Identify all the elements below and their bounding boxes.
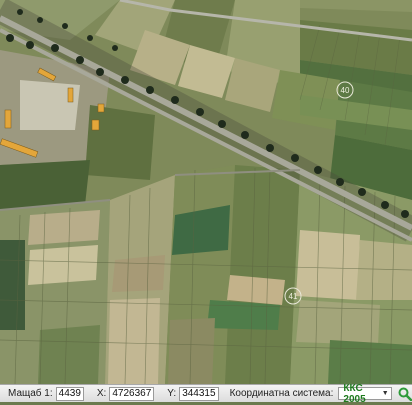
x-coordinate-field: 4726367 — [109, 386, 155, 401]
scale-input[interactable]: 4439 — [55, 386, 84, 401]
map-view[interactable]: 40 41 — [0, 0, 412, 384]
parcel-marker-40: 40 — [341, 86, 350, 95]
search-icon — [398, 387, 412, 401]
coordinate-system-select[interactable]: ККС 2005 ▼ — [338, 383, 392, 405]
coordinate-system-label: Координатна система: — [229, 388, 334, 399]
status-bar: Мащаб 1: 4439 X: 4726367 Y: 344315 Коорд… — [0, 383, 412, 405]
y-coordinate-field: 344315 — [179, 386, 219, 401]
search-button[interactable] — [398, 386, 412, 402]
coordinate-system-value: ККС 2005 — [343, 382, 366, 405]
satellite-imagery: 40 41 — [0, 0, 412, 384]
parcel-marker-41: 41 — [289, 292, 298, 301]
x-coordinate-label: X: — [96, 388, 107, 399]
y-coordinate-label: Y: — [167, 388, 177, 399]
chevron-down-icon: ▼ — [381, 390, 389, 397]
scale-label: Мащаб 1: — [8, 388, 53, 399]
